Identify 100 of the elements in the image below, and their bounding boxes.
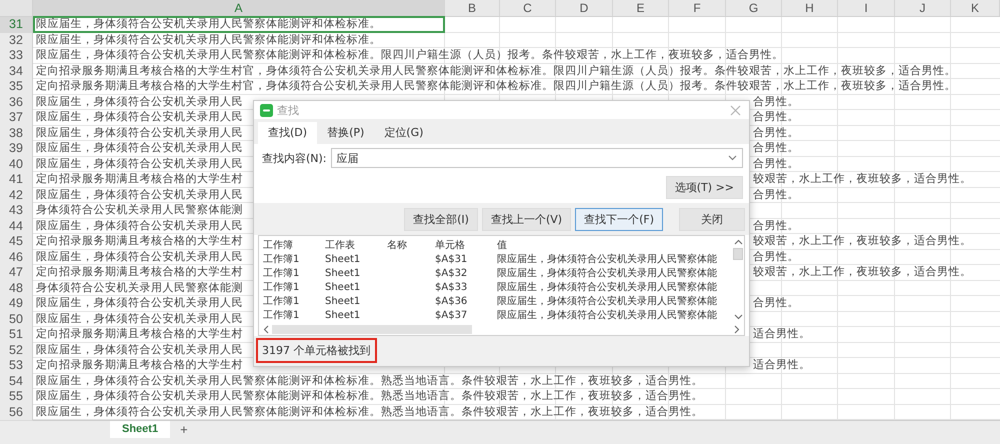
- column-header[interactable]: G: [726, 0, 782, 16]
- row-number[interactable]: 49: [0, 296, 33, 312]
- close-icon[interactable]: [730, 104, 741, 116]
- cell-text: 限应届生，身体须符合公安机关录用人民: [36, 156, 243, 172]
- sheet-tab[interactable]: Sheet1: [110, 421, 170, 438]
- table-cell[interactable]: 工作簿1: [263, 309, 325, 323]
- column-header[interactable]: 单元格: [435, 239, 497, 251]
- table-cell[interactable]: 限应届生，身体须符合公安机关录用人民警察体能: [497, 295, 728, 309]
- table-cell[interactable]: Sheet1: [325, 295, 387, 309]
- cell-text: 定向招录服务期满且考核合格的大学生村: [36, 172, 243, 187]
- cell-text: 限应届生，身体须符合公安机关录用人民: [36, 296, 243, 311]
- cell-text: 限应届生，身体须符合公安机关录用人民警察体能测评和体检标准。熟悉当地语言。条件较艰苦，水上工作，夜班较多，适合男性。: [36, 389, 703, 404]
- select-all-corner[interactable]: [0, 0, 33, 16]
- table-cell[interactable]: $A$32: [435, 267, 497, 281]
- chevron-right-icon[interactable]: [734, 324, 740, 334]
- table-cell[interactable]: Sheet1: [325, 267, 387, 281]
- row-number[interactable]: 47: [0, 265, 33, 282]
- cell-text: 合男性。: [753, 218, 799, 234]
- table-cell[interactable]: 限应届生，身体须符合公安机关录用人民警察体能: [497, 267, 728, 281]
- column-header[interactable]: A: [33, 0, 445, 16]
- cell-text: 合男性。: [753, 188, 799, 202]
- column-header[interactable]: F: [669, 0, 726, 16]
- column-header[interactable]: 值: [497, 239, 728, 251]
- column-header[interactable]: J: [895, 0, 951, 16]
- row-number[interactable]: 43: [0, 203, 33, 220]
- cell-text: 限应届生，身体须符合公安机关录用人民警察体能测评和体检标准。熟悉当地语言。条件较艰苦，水上工作，夜班较多，适合男性。: [36, 374, 703, 388]
- search-field[interactable]: 应届: [330, 148, 743, 168]
- dialog-button[interactable]: 关闭: [679, 208, 745, 231]
- row-number[interactable]: 33: [0, 48, 33, 64]
- row-number[interactable]: 51: [0, 327, 33, 344]
- options-button[interactable]: 选项(T) >>: [666, 176, 743, 199]
- table-cell[interactable]: $A$37: [435, 309, 497, 323]
- dialog-button[interactable]: 查找下一个(F): [575, 208, 663, 231]
- row-number[interactable]: 31: [0, 17, 33, 34]
- table-cell[interactable]: 工作簿1: [263, 253, 325, 267]
- table-cell[interactable]: 限应届生，身体须符合公安机关录用人民警察体能: [497, 253, 728, 267]
- row-number[interactable]: 56: [0, 404, 33, 421]
- row-number[interactable]: 45: [0, 234, 33, 250]
- field-label: 查找内容(N):: [262, 150, 327, 166]
- table-cell[interactable]: Sheet1: [325, 309, 387, 323]
- cell-text: 限应届生，身体须符合公安机关录用人民警察体能测评和体检标准。熟悉当地语言。条件较艰苦，水上工作，夜班较多，适合男性。: [36, 404, 703, 420]
- app-logo-icon: [260, 104, 273, 116]
- tab[interactable]: 查找(D): [258, 122, 318, 144]
- dialog-title: 查找: [277, 102, 300, 118]
- cell-text: 限应届生，身体须符合公安机关录用人民警察体能测评和体检标准。: [36, 32, 381, 48]
- row-number[interactable]: 53: [0, 358, 33, 374]
- cell-text: 定向招录服务期满且考核合格的大学生村官，身体须符合公安机关录用人民警察体能测评和体检标准。限四川户籍生源（人员）报考。条件较艰苦，水上工作，夜班较多，适合男性。: [36, 64, 956, 78]
- table-cell[interactable]: 工作簿1: [263, 267, 325, 281]
- cell-text: 限应届生，身体须符合公安机关录用人民警察体能测评和体检标准。限四川户籍生源（人员）报考。条件较艰苦，水上工作，夜班较多，适合男性。: [36, 48, 784, 63]
- dialog-button[interactable]: 查找全部(I): [404, 208, 478, 231]
- cell-text: 适合男性。: [753, 358, 810, 373]
- table-cell[interactable]: $A$33: [435, 281, 497, 295]
- table-cell[interactable]: $A$36: [435, 295, 497, 309]
- cell-text: 限应届生，身体须符合公安机关录用人民: [36, 250, 243, 264]
- table-cell[interactable]: 工作簿1: [263, 281, 325, 295]
- status-text: 3197 个单元格被找到: [256, 338, 376, 363]
- row-number[interactable]: 35: [0, 79, 33, 96]
- column-header[interactable]: C: [500, 0, 556, 16]
- cell-text: 合男性。: [753, 250, 799, 264]
- cell-text: 较艰苦，水上工作，夜班较多，适合男性。: [753, 265, 972, 280]
- column-header[interactable]: H: [782, 0, 838, 16]
- cell-text: 合男性。: [753, 94, 799, 110]
- table-cell[interactable]: 工作簿1: [263, 295, 325, 309]
- tab[interactable]: 定位(G): [374, 122, 434, 144]
- cell-text: 合男性。: [753, 110, 799, 125]
- cell-text: 较艰苦，水上工作，夜班较多，适合男性。: [753, 234, 972, 249]
- table-cell[interactable]: Sheet1: [325, 253, 387, 267]
- row-number[interactable]: 55: [0, 389, 33, 406]
- chevron-down-icon[interactable]: [734, 314, 742, 320]
- row-number[interactable]: 37: [0, 110, 33, 126]
- row-number[interactable]: 41: [0, 172, 33, 188]
- cell-text: 定向招录服务期满且考核合格的大学生村: [36, 234, 243, 249]
- cell-text: 身体须符合公安机关录用人民警察体能测: [36, 280, 243, 296]
- cell-text: 限应届生，身体须符合公安机关录用人民: [36, 126, 243, 140]
- cell-text: 较艰苦，水上工作，夜班较多，适合男性。: [753, 172, 972, 187]
- column-header[interactable]: 名称: [387, 239, 435, 251]
- add-sheet-button[interactable]: +: [176, 421, 192, 439]
- cell-text: 限应届生，身体须符合公安机关录用人民: [36, 141, 243, 156]
- column-header[interactable]: E: [613, 0, 669, 16]
- column-header[interactable]: 工作表: [325, 239, 387, 251]
- column-header[interactable]: K: [951, 0, 1000, 16]
- table-cell[interactable]: 限应届生，身体须符合公安机关录用人民警察体能: [497, 281, 728, 295]
- chevron-up-icon[interactable]: [734, 239, 742, 245]
- scroll-thumb[interactable]: [733, 248, 743, 260]
- chevron-left-icon[interactable]: [263, 324, 269, 334]
- caret-icon[interactable]: [728, 155, 737, 161]
- table-cell[interactable]: Sheet1: [325, 281, 387, 295]
- column-header[interactable]: 工作簿: [263, 239, 325, 251]
- tab[interactable]: 替换(P): [317, 122, 374, 144]
- selected-cell[interactable]: 限应届生，身体须符合公安机关录用人民警察体能测评和体检标准。: [33, 16, 445, 33]
- row-number[interactable]: 39: [0, 141, 33, 158]
- column-header[interactable]: B: [445, 0, 500, 16]
- column-header[interactable]: I: [838, 0, 895, 16]
- cell-text: 定向招录服务期满且考核合格的大学生村官，身体须符合公安机关录用人民警察体能测评和体检标准。限四川户籍生源（人员）报考。条件较艰苦，水上工作，夜班较多，适合男性。: [36, 79, 956, 94]
- table-cell[interactable]: $A$31: [435, 253, 497, 267]
- dialog-button[interactable]: 查找上一个(V): [482, 208, 572, 231]
- column-header[interactable]: D: [556, 0, 613, 16]
- scroll-thumb[interactable]: [272, 324, 472, 334]
- table-cell[interactable]: 限应届生，身体须符合公安机关录用人民警察体能: [497, 309, 728, 323]
- cell-text: 定向招录服务期满且考核合格的大学生村: [36, 265, 243, 280]
